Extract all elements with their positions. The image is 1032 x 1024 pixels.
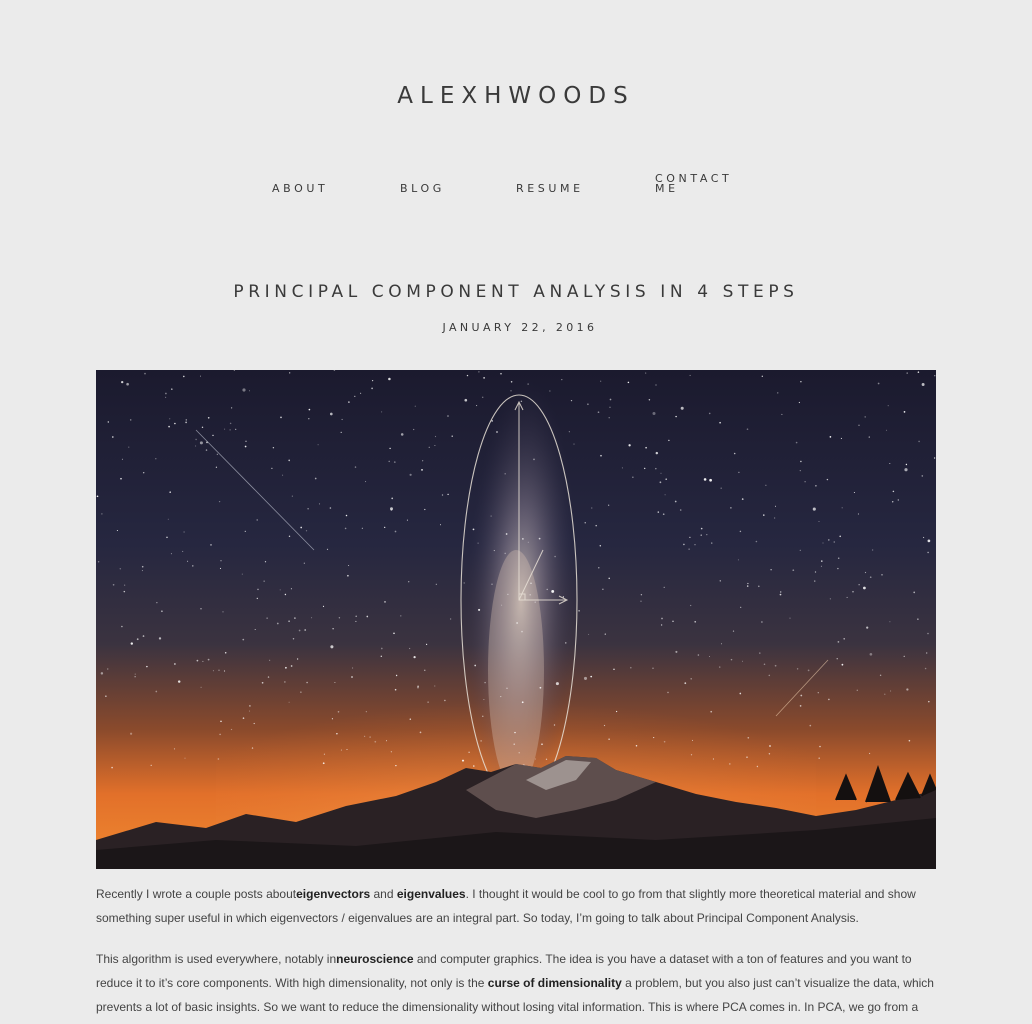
nav-about-link[interactable]: ABOUT <box>272 183 328 194</box>
post-body: Recently I wrote a couple posts abouteig… <box>96 882 938 1024</box>
paragraph: This algorithm is used everywhere, notab… <box>96 947 938 1019</box>
paragraph-text: Recently I wrote a couple posts about <box>96 887 297 901</box>
milky-way-illustration <box>96 370 936 869</box>
nav-resume-link[interactable]: RESUME <box>516 183 584 194</box>
post-date: JANUARY 22, 2016 <box>442 321 598 334</box>
nav-contact-link[interactable]: CONTACT ME <box>655 173 745 194</box>
hero-image <box>96 370 936 869</box>
bold-term: neuroscience <box>336 952 414 966</box>
bold-term: eigenvalues <box>396 887 466 901</box>
bold-term: eigenvectors <box>296 887 371 901</box>
site-title-link[interactable]: ALEXHWOODS <box>0 80 1032 112</box>
nav-blog-link[interactable]: BLOG <box>400 183 445 194</box>
post-title: PRINCIPAL COMPONENT ANALYSIS IN 4 STEPS <box>233 282 799 302</box>
paragraph: Recently I wrote a couple posts abouteig… <box>96 882 938 930</box>
paragraph-text: This algorithm is used everywhere, notab… <box>96 952 337 966</box>
bold-term: curse of dimensionality <box>487 976 622 990</box>
paragraph-text: and <box>370 887 397 901</box>
